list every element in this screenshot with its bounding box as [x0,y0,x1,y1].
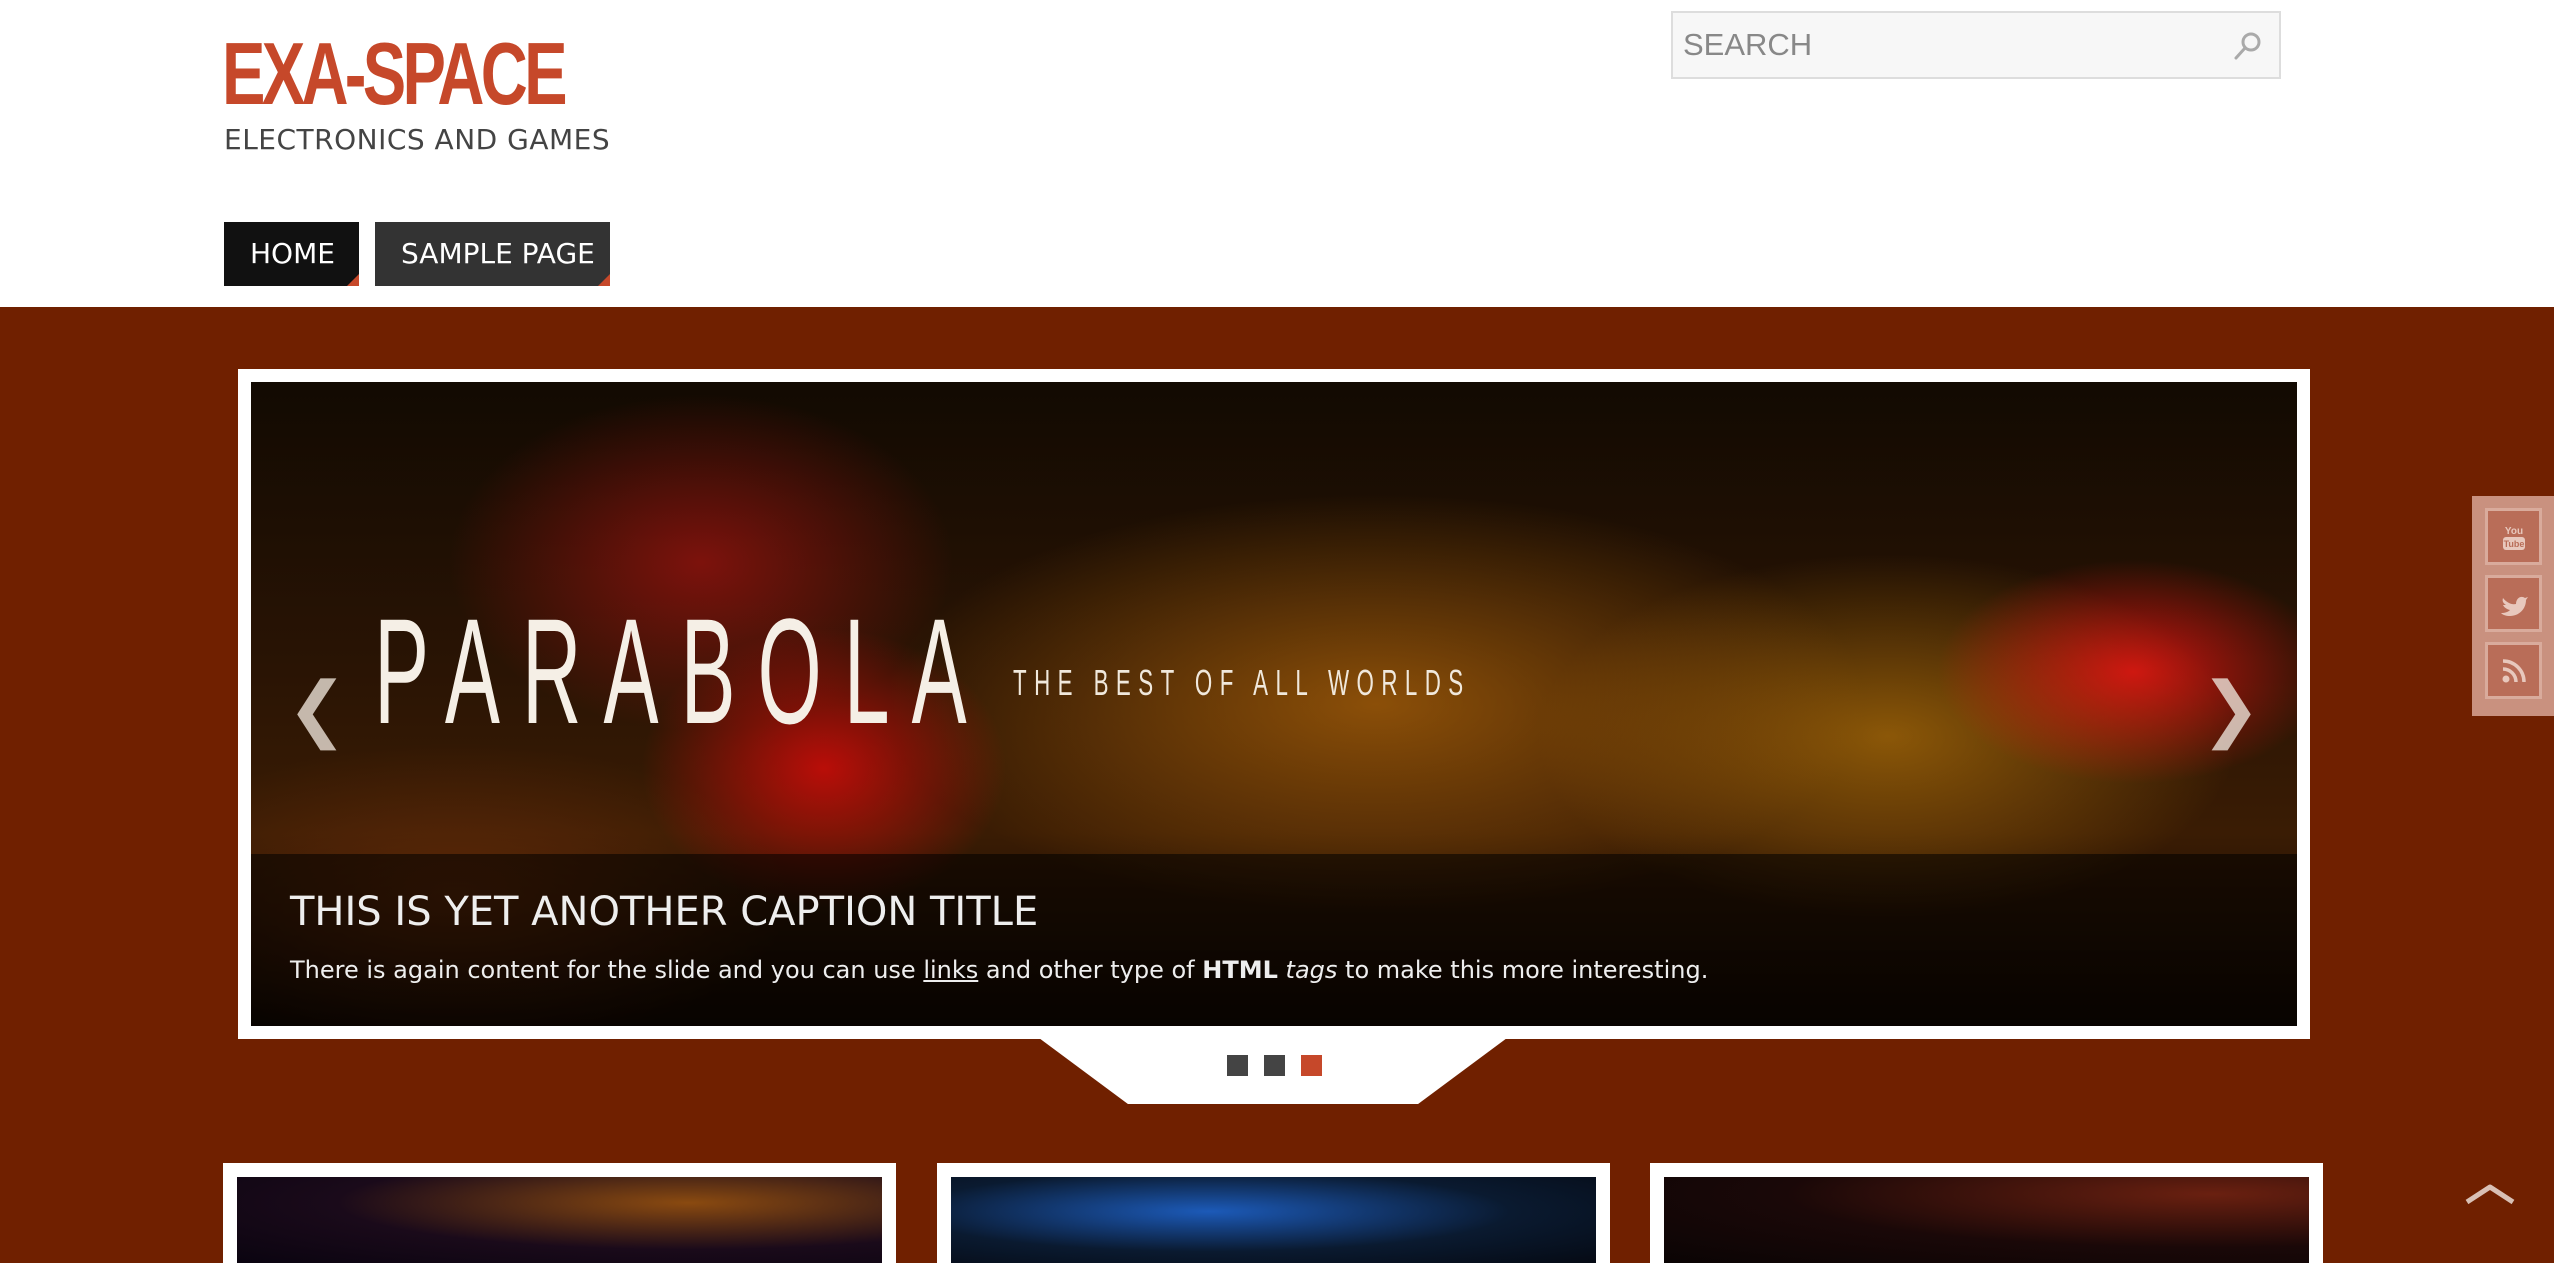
slide-caption: THIS IS YET ANOTHER CAPTION TITLE There … [251,854,2297,1026]
slider-prev-arrow[interactable]: ❮ [287,672,347,744]
social-sidebar: You Tube [2472,496,2554,716]
pager-dot-1[interactable] [1227,1055,1248,1076]
rss-icon [2502,659,2526,683]
svg-text:You: You [2505,526,2523,537]
slider: PARABOLA THE BEST OF ALL WORLDS ❮ ❯ THIS… [238,369,2310,1039]
nav-item-home[interactable]: HOME [224,222,359,286]
rss-button[interactable] [2485,642,2542,699]
caption-text: There is again content for the slide and… [290,954,1708,986]
twitter-icon [2501,596,2528,616]
caption-italic-text: tags [1285,956,1338,984]
slide-image[interactable]: PARABOLA THE BEST OF ALL WORLDS ❮ ❯ THIS… [251,382,2297,1026]
featured-thumb-image [237,1177,882,1263]
site-title[interactable]: EXA-SPACE [222,18,568,130]
pager-dot-2[interactable] [1264,1055,1285,1076]
search-icon[interactable] [2231,29,2265,63]
search-box [1671,11,2281,79]
caption-text-start: There is again content for the slide and… [290,956,924,984]
svg-text:Tube: Tube [2504,539,2525,549]
featured-thumb-image [1664,1177,2309,1263]
featured-thumb-3[interactable] [1650,1163,2323,1263]
youtube-icon: You Tube [2503,526,2525,550]
search-input[interactable] [1673,13,2213,77]
featured-thumb-image [951,1177,1596,1263]
slider-next-arrow[interactable]: ❯ [2201,672,2261,744]
site-header: EXA-SPACE ELECTRONICS AND GAMES HOME SAM… [0,0,2554,307]
site-tagline: ELECTRONICS AND GAMES [224,123,611,156]
youtube-button[interactable]: You Tube [2485,508,2542,565]
caption-text-end: to make this more interesting. [1337,956,1709,984]
slide-image-title: PARABOLA [374,587,989,755]
chevron-up-icon [2465,1184,2515,1205]
slide-image-subtitle: THE BEST OF ALL WORLDS [1013,662,1471,703]
caption-bold-text: HTML [1202,956,1278,984]
twitter-button[interactable] [2485,575,2542,632]
featured-thumb-1[interactable] [223,1163,896,1263]
caption-link[interactable]: links [923,956,978,984]
featured-thumb-2[interactable] [937,1163,1610,1263]
caption-title: THIS IS YET ANOTHER CAPTION TITLE [290,889,1039,935]
caption-text-middle: and other type of [978,956,1203,984]
nav-item-sample-page[interactable]: SAMPLE PAGE [375,222,610,286]
back-to-top-button[interactable] [2464,1178,2516,1208]
pager-dot-3-active[interactable] [1301,1055,1322,1076]
